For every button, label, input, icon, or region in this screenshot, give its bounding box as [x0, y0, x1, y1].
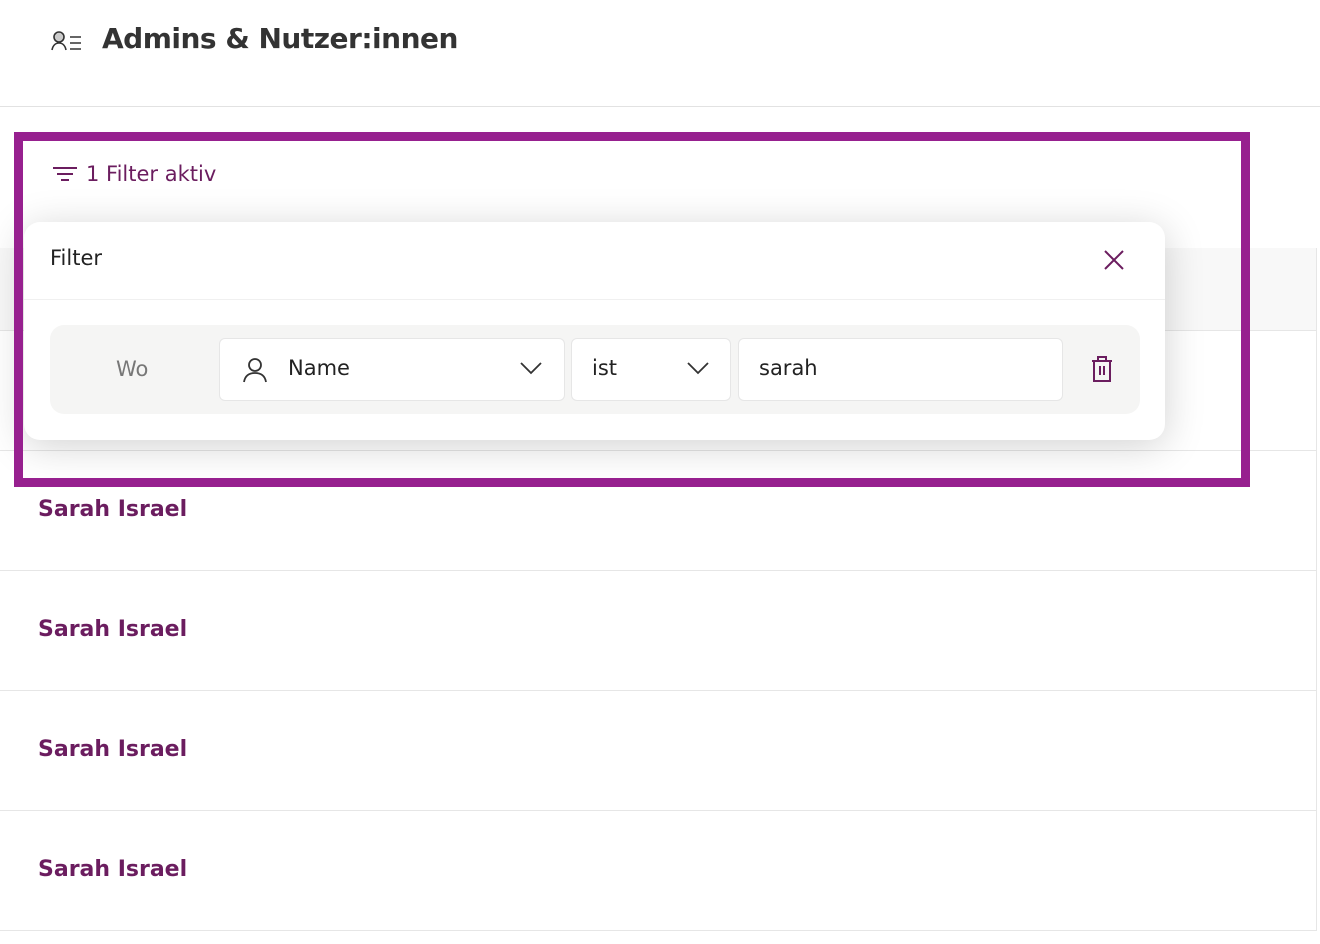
filter-toggle-button[interactable]: 1 Filter aktiv	[52, 162, 216, 186]
filter-value-text: sarah	[759, 356, 818, 380]
chevron-down-icon	[520, 362, 542, 375]
user-name-link[interactable]: Sarah Israel	[38, 737, 187, 762]
user-name-link[interactable]: Sarah Israel	[38, 617, 187, 642]
table-row[interactable]: Sarah Israel	[0, 691, 1316, 811]
filter-value-input[interactable]: sarah	[738, 338, 1063, 401]
filter-rule: Wo Name ist sarah	[50, 325, 1140, 414]
filter-rule-prefix: Wo	[116, 357, 149, 381]
filter-popup-title: Filter	[50, 246, 103, 270]
operator-select[interactable]: ist	[571, 338, 731, 401]
operator-select-value: ist	[592, 356, 618, 380]
close-icon[interactable]	[1102, 248, 1126, 272]
chevron-down-icon	[687, 362, 709, 375]
user-icon	[243, 358, 267, 383]
page-header: Admins & Nutzer:innen	[0, 0, 1320, 107]
user-list-icon	[51, 31, 81, 51]
filter-icon	[53, 167, 77, 181]
filter-popup: Filter Wo Name ist sarah	[24, 222, 1165, 440]
table-row[interactable]: Sarah Israel	[0, 451, 1316, 571]
user-name-link[interactable]: Sarah Israel	[38, 497, 187, 522]
filter-toggle-label: 1 Filter aktiv	[86, 162, 217, 186]
table-row[interactable]: Sarah Israel	[0, 811, 1316, 931]
table-row[interactable]: Sarah Israel	[0, 571, 1316, 691]
filter-popup-header: Filter	[24, 222, 1165, 300]
user-name-link[interactable]: Sarah Israel	[38, 857, 187, 882]
trash-icon[interactable]	[1090, 355, 1114, 383]
field-select[interactable]: Name	[219, 338, 565, 401]
field-select-value: Name	[288, 356, 350, 380]
page-title: Admins & Nutzer:innen	[102, 22, 458, 55]
